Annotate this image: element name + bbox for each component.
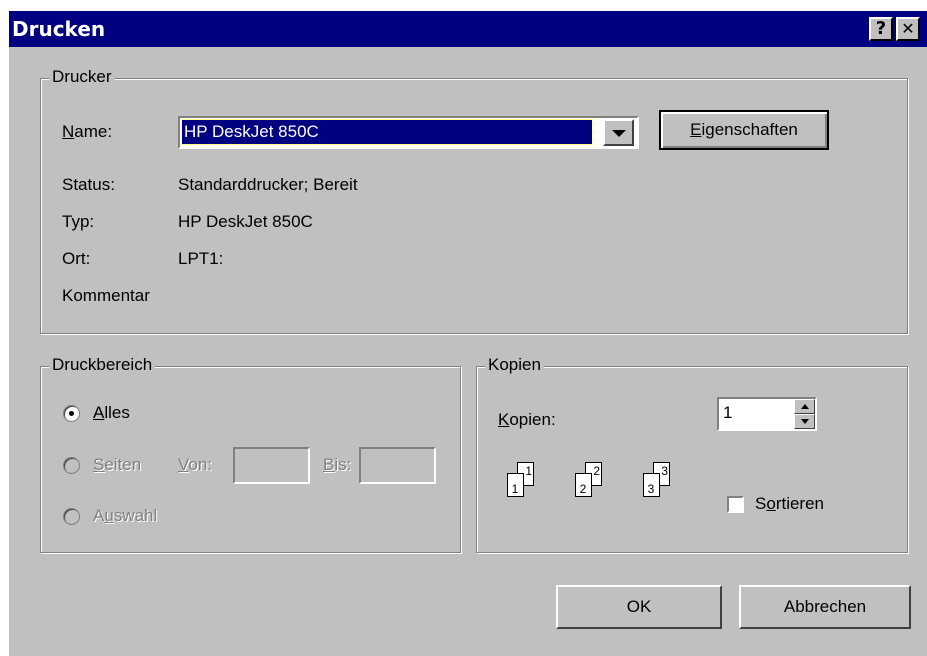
print-range-legend: Druckbereich	[49, 355, 156, 375]
spin-down-button[interactable]	[794, 414, 815, 429]
copies-group: Kopien Kopien: 1 1 1 2 2 3 3 Sortieren	[476, 355, 908, 553]
printer-name-value: HP DeskJet 850C	[184, 122, 319, 141]
print-dialog: Drucken ? ✕ Drucker Name: HP DeskJet 850…	[9, 11, 927, 656]
properties-button[interactable]: Eigenschaften	[659, 110, 829, 150]
cancel-button[interactable]: Abbrechen	[739, 585, 911, 629]
selection-label[interactable]: Auswahl	[93, 506, 157, 526]
type-value: HP DeskJet 850C	[178, 212, 313, 231]
collate-illustration: 1 1 2 2 3 3	[497, 462, 717, 512]
dialog-title: Drucken	[12, 17, 106, 41]
to-page-input[interactable]	[359, 447, 436, 484]
all-radio[interactable]	[63, 405, 80, 422]
status-label: Status:	[62, 175, 115, 194]
print-range-group: Druckbereich Alles Seiten Von: Bis: Ausw…	[40, 355, 461, 553]
page-icon-front: 3	[643, 473, 660, 497]
ok-button[interactable]: OK	[556, 585, 722, 629]
chevron-up-icon	[801, 404, 809, 409]
printer-group-legend: Drucker	[49, 67, 115, 87]
page-icon-front: 2	[575, 473, 592, 497]
name-label: Name:	[62, 122, 113, 141]
all-label[interactable]: Alles	[93, 403, 130, 423]
collate-label[interactable]: Sortieren	[755, 494, 824, 514]
copies-value: 1	[723, 403, 733, 422]
spinner-buttons	[794, 399, 815, 429]
status-value: Standarddrucker; Bereit	[178, 175, 358, 194]
from-label: Von:	[178, 455, 213, 474]
chevron-down-icon	[612, 130, 626, 137]
radio-selected-dot	[69, 411, 74, 416]
selected-printer-highlight: HP DeskJet 850C	[181, 119, 593, 145]
pages-radio[interactable]	[63, 457, 80, 474]
close-button[interactable]: ✕	[896, 17, 920, 41]
page-icon-front: 1	[507, 473, 524, 497]
chevron-down-icon	[801, 419, 809, 424]
printer-name-select[interactable]: HP DeskJet 850C	[178, 116, 639, 149]
location-value: LPT1:	[178, 249, 224, 268]
from-page-input[interactable]	[233, 447, 310, 484]
type-label: Typ:	[62, 212, 95, 231]
comment-label: Kommentar	[62, 286, 150, 305]
pages-label[interactable]: Seiten	[93, 455, 141, 475]
help-button[interactable]: ?	[869, 17, 893, 41]
printer-group: Drucker Name: HP DeskJet 850C Eigenschaf…	[40, 67, 908, 334]
copies-spinner[interactable]: 1	[717, 397, 817, 431]
location-label: Ort:	[62, 249, 91, 268]
to-label: Bis:	[323, 455, 352, 474]
spin-up-button[interactable]	[794, 399, 815, 414]
selection-radio[interactable]	[63, 508, 80, 525]
dropdown-arrow-button[interactable]	[603, 119, 634, 146]
copies-legend: Kopien	[485, 355, 544, 375]
title-bar: Drucken ? ✕	[9, 11, 927, 47]
collate-checkbox[interactable]	[727, 496, 744, 513]
copies-label: Kopien:	[498, 410, 556, 429]
